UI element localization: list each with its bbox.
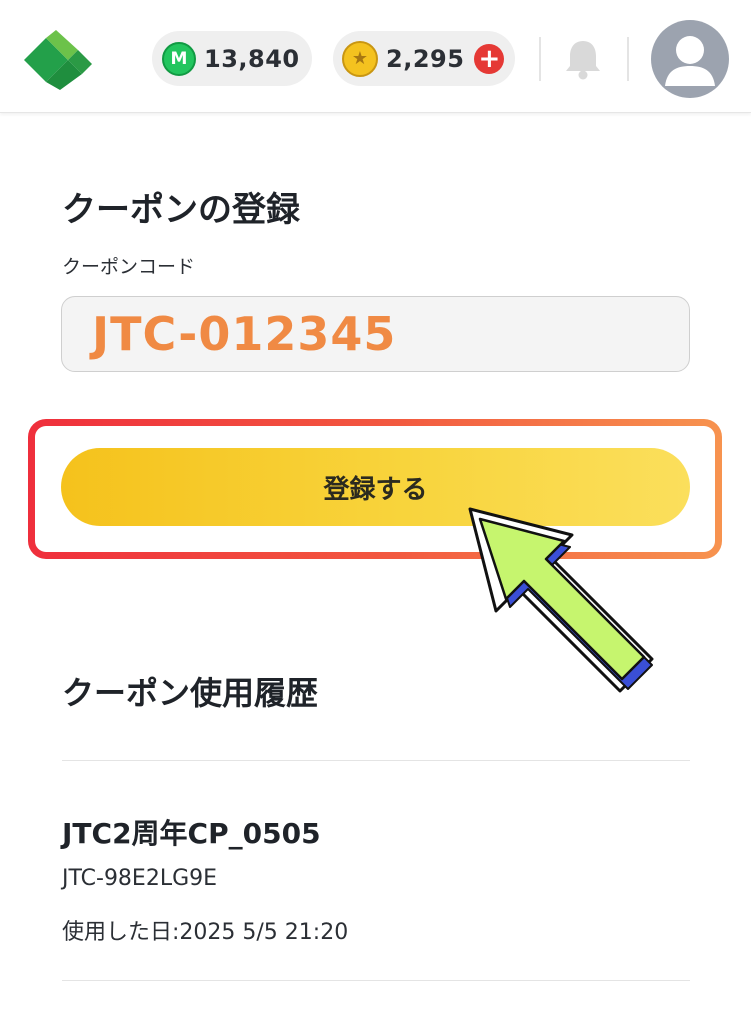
page-title: クーポンの登録 [62, 190, 300, 230]
header-divider [539, 37, 541, 81]
m-point-icon: M [162, 41, 196, 76]
history-item-name: JTC2周年CP_0505 [62, 817, 321, 850]
history-item-date: 使用した日:2025 5/5 21:20 [62, 920, 349, 945]
history-item-code: JTC-98E2LG9E [62, 866, 218, 891]
bell-icon[interactable] [560, 36, 606, 82]
coupon-code-label: クーポンコード [62, 256, 196, 278]
app-header: M 13,840 ★ 2,295 + [0, 0, 751, 113]
history-divider [62, 980, 690, 981]
leaf-logo[interactable] [22, 30, 94, 90]
star-coin-icon: ★ [342, 40, 378, 77]
history-title: クーポン使用履歴 [62, 674, 319, 712]
pointer-arrow-icon [468, 507, 654, 693]
m-points-value: 13,840 [204, 44, 300, 73]
user-avatar-icon[interactable] [651, 20, 729, 98]
history-divider [62, 760, 690, 761]
plus-icon[interactable]: + [474, 43, 505, 74]
coupon-code-input[interactable]: JTC-012345 [61, 296, 690, 372]
m-points-pill[interactable]: M 13,840 [152, 31, 312, 86]
header-divider [627, 37, 629, 81]
coins-pill[interactable]: ★ 2,295 + [333, 31, 515, 86]
coins-value: 2,295 [386, 44, 465, 73]
